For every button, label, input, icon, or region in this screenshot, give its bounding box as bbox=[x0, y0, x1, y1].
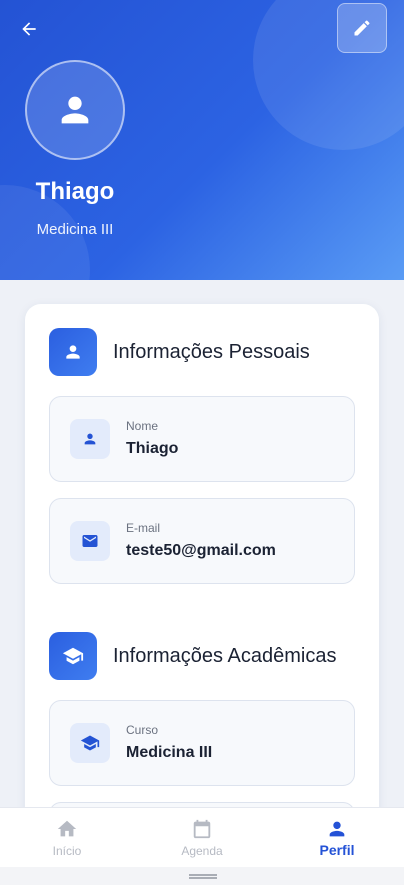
nav-item-inicio[interactable]: Início bbox=[0, 808, 134, 868]
email-icon bbox=[82, 535, 98, 547]
arrow-left-icon bbox=[22, 22, 36, 36]
avatar bbox=[25, 60, 125, 160]
academic-info-header: Informações Acadêmicas bbox=[49, 632, 336, 680]
person-icon bbox=[61, 96, 89, 124]
section-title: Informações Acadêmicas bbox=[113, 644, 337, 667]
pencil-icon bbox=[354, 20, 370, 36]
field-label: E-mail bbox=[126, 521, 161, 535]
field-icon bbox=[70, 419, 110, 459]
nav-label: Perfil bbox=[319, 842, 355, 858]
field-value: Medicina III bbox=[126, 744, 213, 761]
person-icon bbox=[325, 817, 349, 841]
nav-item-agenda[interactable]: Agenda bbox=[135, 808, 269, 868]
nav-item-perfil[interactable]: Perfil bbox=[270, 808, 404, 868]
personal-info-header: Informações Pessoais bbox=[49, 328, 310, 376]
profile-info-card: Informações Pessoais Nome Thiago E-mail … bbox=[25, 304, 379, 885]
calendar-icon bbox=[190, 817, 214, 841]
graduation-cap-icon bbox=[62, 647, 84, 665]
section-title: Informações Pessoais bbox=[113, 340, 310, 363]
profile-header: Thiago Medicina III bbox=[0, 0, 404, 280]
field-icon bbox=[70, 723, 110, 763]
system-gesture-bar bbox=[0, 867, 404, 885]
person-icon bbox=[84, 433, 96, 445]
field-value: teste50@gmail.com bbox=[126, 542, 276, 559]
course-field: Curso Medicina III bbox=[49, 700, 355, 786]
gesture-handle[interactable] bbox=[189, 874, 217, 879]
field-value: Thiago bbox=[126, 440, 179, 457]
field-label: Curso bbox=[126, 723, 159, 737]
bottom-navigation: Início Agenda Perfil bbox=[0, 807, 404, 867]
nav-label: Agenda bbox=[181, 844, 223, 858]
nav-label: Início bbox=[52, 844, 82, 858]
section-icon bbox=[49, 328, 97, 376]
name-field: Nome Thiago bbox=[49, 396, 355, 482]
email-field: E-mail teste50@gmail.com bbox=[49, 498, 355, 584]
profile-course: Medicina III bbox=[36, 221, 114, 238]
graduation-cap-icon bbox=[80, 735, 100, 751]
field-icon bbox=[70, 521, 110, 561]
home-icon bbox=[55, 817, 79, 841]
field-label: Nome bbox=[126, 419, 159, 433]
section-icon bbox=[49, 632, 97, 680]
profile-name: Thiago bbox=[35, 178, 115, 205]
edit-profile-button[interactable] bbox=[337, 3, 387, 53]
person-icon bbox=[66, 345, 80, 359]
back-button[interactable] bbox=[16, 16, 42, 42]
